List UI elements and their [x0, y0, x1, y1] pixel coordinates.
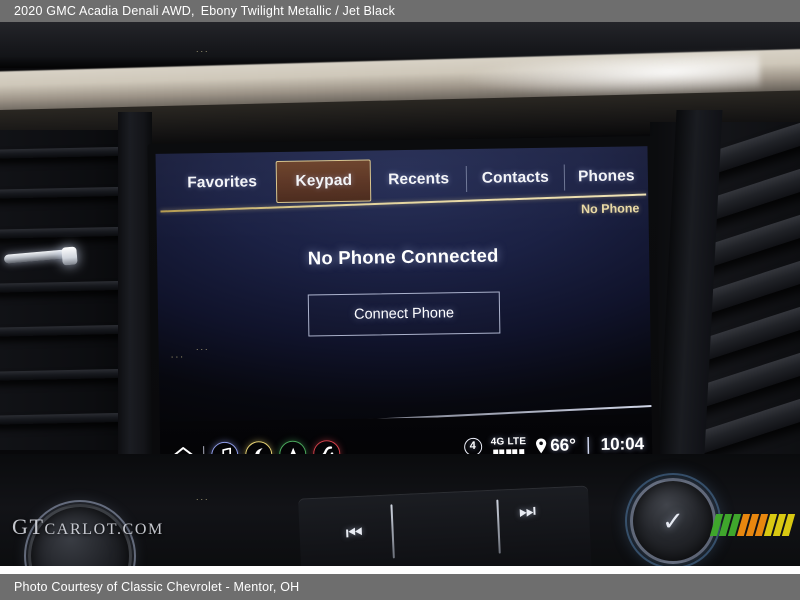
vehicle-colors: Ebony Twilight Metallic / Jet Black	[200, 4, 396, 18]
phone-status-label: No Phone	[580, 201, 640, 217]
prev-track-icon[interactable]: ⏮	[345, 523, 363, 545]
clock-value: 10:04	[600, 433, 645, 454]
vehicle-title: 2020 GMC Acadia Denali AWD,	[14, 4, 195, 18]
track-button-panel[interactable]: ⏮ ⏭	[298, 485, 592, 574]
white-separator	[0, 566, 800, 574]
next-track-icon[interactable]: ⏭	[518, 501, 536, 523]
screen-surface[interactable]: Favorites Keypad Recents Contacts Phones	[155, 146, 653, 474]
dash-speck-top: ...	[196, 44, 210, 54]
dash-speck-low: ...	[196, 492, 210, 502]
connect-phone-button[interactable]: Connect Phone	[307, 291, 501, 337]
occupant-count-badge: 4	[463, 437, 482, 456]
infotainment-display[interactable]: Favorites Keypad Recents Contacts Phones	[147, 136, 661, 484]
tune-select-knob[interactable]: ✓	[625, 473, 721, 569]
vent-adjuster-tip[interactable]	[61, 246, 78, 266]
site-watermark: GTCARLOT.COM	[12, 514, 164, 540]
location-pin-icon	[535, 437, 547, 453]
tab-favorites-label: Favorites	[187, 173, 258, 192]
bottom-caption-bar: Photo Courtesy of Classic Chevrolet - Me…	[0, 574, 800, 600]
dash-speck-mid: ...	[196, 342, 210, 352]
tab-keypad[interactable]: Keypad	[276, 159, 372, 203]
temperature-indicator: 66°	[535, 435, 576, 456]
watermark-gt: GT	[12, 514, 45, 539]
logo-bars-icon	[709, 514, 796, 536]
tab-keypad-label: Keypad	[295, 171, 353, 190]
clock-separator: |	[585, 434, 591, 455]
connect-phone-label: Connect Phone	[353, 305, 455, 323]
tab-contacts-label: Contacts	[481, 168, 550, 187]
temperature-value: 66°	[550, 434, 577, 455]
tab-phones[interactable]: Phones	[564, 154, 648, 199]
tab-favorites[interactable]: Favorites	[168, 160, 277, 206]
no-phone-connected-title: No Phone Connected	[307, 244, 499, 269]
screen-speck-left: ...	[170, 349, 186, 361]
network-label: 4G LTE	[490, 435, 527, 448]
tab-recents[interactable]: Recents	[371, 157, 467, 202]
tab-contacts[interactable]: Contacts	[467, 155, 564, 201]
left-air-vent[interactable]	[0, 130, 145, 450]
vent-adjuster-lever[interactable]	[3, 249, 71, 264]
photo-credit: Photo Courtesy of Classic Chevrolet - Me…	[14, 580, 300, 594]
top-caption-bar: 2020 GMC Acadia Denali AWD, Ebony Twilig…	[0, 0, 800, 22]
vehicle-interior-photo: ... ... ... Favorites Keypad Recents Con…	[0, 22, 800, 574]
tab-recents-label: Recents	[387, 170, 450, 189]
tab-phones-label: Phones	[577, 167, 635, 186]
network-indicator: 4G LTE	[490, 435, 527, 456]
screenshot-root: 2020 GMC Acadia Denali AWD, Ebony Twilig…	[0, 0, 800, 600]
phone-tab-bar[interactable]: Favorites Keypad Recents Contacts Phones	[156, 154, 649, 206]
watermark-carlot: CARLOT.COM	[44, 521, 164, 538]
